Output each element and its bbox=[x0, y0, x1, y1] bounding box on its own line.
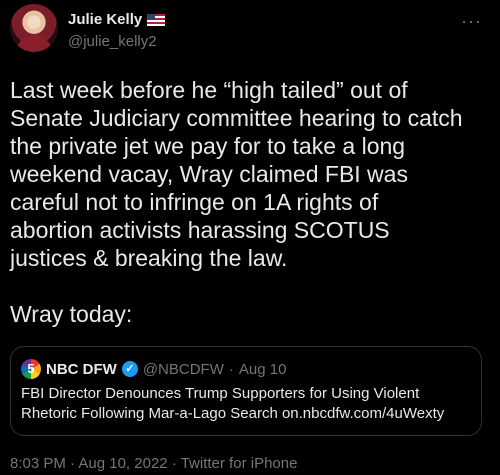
nbc-logo-icon bbox=[21, 359, 41, 379]
dot-separator: · bbox=[171, 455, 177, 472]
author-name-row: Julie Kelly bbox=[68, 11, 166, 28]
author-handle[interactable]: @julie_kelly2 bbox=[68, 33, 157, 50]
quoted-tweet-header: NBC DFW ✓ @NBCDFW · Aug 10 bbox=[21, 359, 286, 379]
tweet-source[interactable]: Twitter for iPhone bbox=[181, 455, 298, 472]
quoted-author-handle: @NBCDFW bbox=[142, 360, 224, 378]
tweet-text: Last week before he “high tailed” out of… bbox=[10, 77, 463, 327]
quoted-tweet-text: FBI Director Denounces Trump Supporters … bbox=[21, 385, 445, 422]
tweet-header: Julie Kelly @julie_kelly2 ··· bbox=[10, 4, 490, 56]
dot-separator: · bbox=[228, 360, 234, 378]
author-name[interactable]: Julie Kelly bbox=[68, 11, 142, 28]
tweet-meta: 8:03 PM · Aug 10, 2022 · Twitter for iPh… bbox=[10, 455, 297, 472]
quoted-date: Aug 10 bbox=[238, 360, 287, 378]
tweet-time[interactable]: 8:03 PM bbox=[10, 455, 66, 472]
quoted-author-name: NBC DFW bbox=[46, 360, 117, 378]
author-avatar[interactable] bbox=[10, 4, 58, 52]
more-options-icon[interactable]: ··· bbox=[461, 11, 482, 32]
verified-badge-icon: ✓ bbox=[121, 361, 138, 377]
quoted-tweet-card[interactable]: NBC DFW ✓ @NBCDFW · Aug 10 FBI Director … bbox=[10, 346, 482, 436]
us-flag-icon bbox=[147, 13, 166, 26]
dot-separator: · bbox=[70, 455, 76, 472]
tweet-date[interactable]: Aug 10, 2022 bbox=[78, 455, 167, 472]
